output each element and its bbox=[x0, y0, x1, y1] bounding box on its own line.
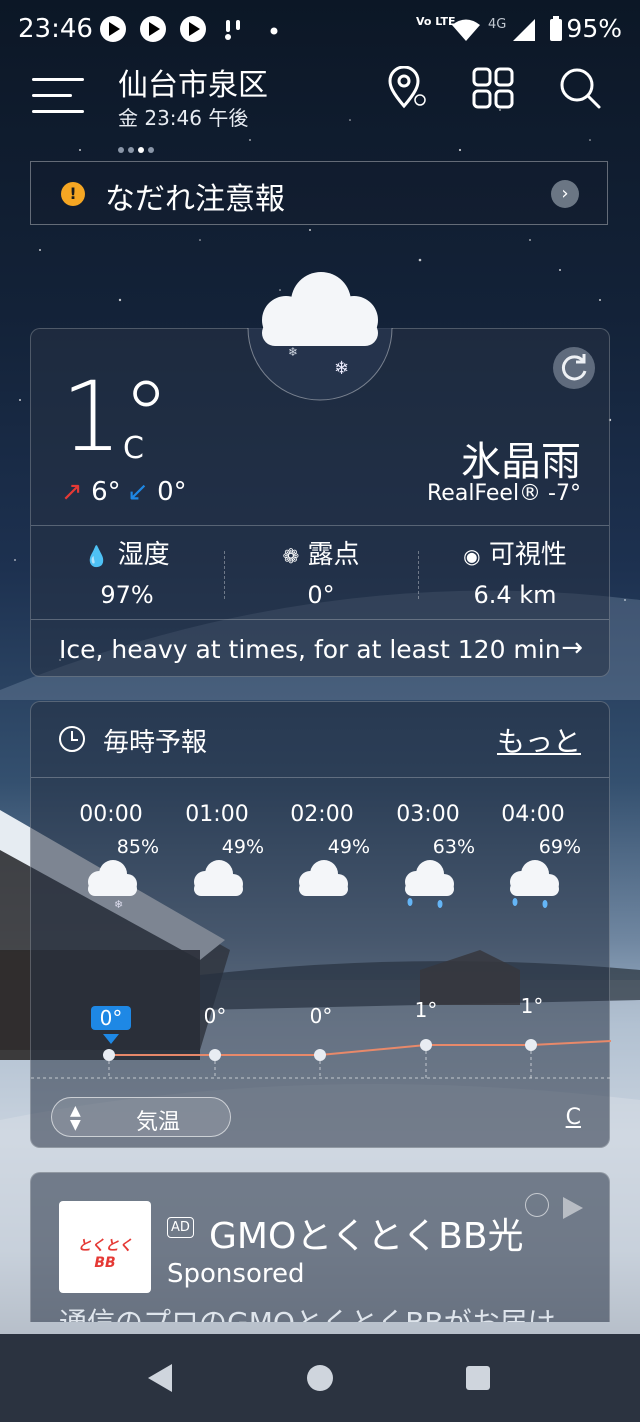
search-icon[interactable] bbox=[558, 66, 602, 110]
ad-badge: AD bbox=[167, 1217, 194, 1238]
temperature-point[interactable] bbox=[209, 1049, 221, 1061]
temperature-line-chart bbox=[31, 1039, 611, 1079]
volte-icon: Vo LTE bbox=[416, 15, 456, 28]
youtube-notification-icon bbox=[140, 16, 166, 42]
recent-apps-icon[interactable] bbox=[466, 1366, 490, 1390]
low-temperature: ↙ 0° bbox=[127, 477, 187, 507]
clock-icon bbox=[59, 726, 85, 752]
notification-app-icon bbox=[225, 20, 240, 40]
high-temperature: ↗ 6° bbox=[61, 477, 121, 507]
status-bar: 23:46 Vo LTE 4G 95% bbox=[0, 0, 640, 60]
grid-icon[interactable] bbox=[471, 66, 515, 110]
precip-chance: 69% bbox=[538, 836, 581, 858]
wifi-icon bbox=[452, 19, 480, 41]
system-navigation-bar bbox=[0, 1334, 640, 1422]
visibility-stat: ◉ 可視性 6.4 km bbox=[419, 534, 611, 609]
temperature-point[interactable] bbox=[314, 1049, 326, 1061]
ad-sponsored-label: Sponsored bbox=[167, 1259, 305, 1289]
status-time: 23:46 bbox=[18, 14, 93, 44]
arrow-down-icon: ↙ bbox=[127, 477, 149, 507]
svg-text:❄: ❄ bbox=[334, 358, 349, 379]
ad-body-text: 通信のプロのGMOとくとくBBがお届け bbox=[59, 1301, 556, 1322]
ad-title[interactable]: GMOとくとくBB光 bbox=[209, 1207, 524, 1259]
location-datetime: 金 23:46 午後 bbox=[118, 106, 249, 130]
hourly-forecast-card: 毎時予報 もっと 00:00 01:00 02:00 03:00 04:00 8… bbox=[30, 701, 611, 1148]
ad-card[interactable]: とくとくBB AD GMOとくとくBB光 Sponsored 通信のプロのGMO… bbox=[30, 1172, 610, 1322]
hour-time: 02:00 bbox=[290, 802, 354, 827]
ad-info-icon[interactable] bbox=[525, 1193, 549, 1217]
ad-logo: とくとくBB bbox=[59, 1201, 151, 1293]
battery-icon bbox=[550, 16, 562, 41]
temperature-point[interactable] bbox=[103, 1049, 115, 1061]
cell-signal-icon bbox=[513, 19, 535, 41]
minutecast-summary[interactable]: Ice, heavy at times, for at least 120 mi… bbox=[59, 635, 561, 664]
hourly-title: 毎時予報 bbox=[103, 728, 208, 758]
location-name[interactable]: 仙台市泉区 bbox=[118, 60, 268, 104]
dewpoint-stat: ❁ 露点 0° bbox=[225, 534, 417, 609]
humidity-value: 97% bbox=[100, 581, 154, 609]
dewpoint-value: 0° bbox=[307, 581, 335, 609]
svg-text:❄: ❄ bbox=[114, 898, 123, 908]
precip-chance: 85% bbox=[116, 836, 159, 858]
droplet-icon: 💧 bbox=[84, 544, 110, 568]
unit-toggle[interactable]: C bbox=[566, 1105, 581, 1130]
cloud-rain-icon bbox=[510, 860, 559, 908]
hour-time: 01:00 bbox=[185, 802, 249, 827]
visibility-label: 可視性 bbox=[488, 540, 567, 570]
cloud-snow-icon: ❄ ❄ bbox=[247, 272, 393, 401]
cloud-rain-icon bbox=[405, 860, 454, 908]
weather-alert-banner[interactable]: ! なだれ注意報 › bbox=[30, 161, 608, 225]
cloud-icon bbox=[299, 860, 348, 896]
humidity-label: 湿度 bbox=[117, 540, 170, 570]
cloud-icon bbox=[194, 860, 243, 896]
weather-condition: 氷晶雨 bbox=[461, 439, 581, 485]
low-temperature-value: 0° bbox=[157, 477, 187, 507]
metric-selector[interactable]: ▲ ▼ 気温 bbox=[51, 1097, 231, 1137]
precip-chance: 63% bbox=[432, 836, 475, 858]
more-link[interactable]: もっと bbox=[497, 720, 581, 760]
alert-title: なだれ注意報 bbox=[105, 182, 285, 217]
temperature-unit: C bbox=[123, 431, 144, 466]
home-icon[interactable] bbox=[307, 1365, 333, 1391]
chevron-right-icon: › bbox=[551, 180, 579, 208]
realfeel-temperature: RealFeel® -7° bbox=[427, 481, 581, 506]
alert-warning-icon: ! bbox=[61, 182, 85, 206]
visibility-value: 6.4 km bbox=[473, 581, 557, 609]
battery-level: 95% bbox=[566, 14, 622, 43]
hour-time: 00:00 bbox=[79, 802, 143, 827]
svg-text:❄: ❄ bbox=[288, 345, 298, 359]
hour-time: 03:00 bbox=[396, 802, 460, 827]
youtube-notification-icon bbox=[100, 16, 126, 42]
high-temperature-value: 6° bbox=[91, 477, 121, 507]
hour-time: 04:00 bbox=[501, 802, 565, 827]
sort-arrows-icon: ▲ ▼ bbox=[70, 1103, 81, 1133]
humidity-stat: 💧 湿度 97% bbox=[31, 534, 223, 609]
location-pin-icon[interactable] bbox=[384, 66, 428, 110]
current-temperature: 1° bbox=[61, 361, 171, 473]
cloud-snow-icon: ❄ bbox=[88, 860, 137, 908]
dewpoint-icon: ❁ bbox=[282, 544, 300, 568]
arrow-up-icon: ↗ bbox=[61, 477, 83, 507]
refresh-icon[interactable] bbox=[553, 347, 595, 389]
youtube-notification-icon bbox=[180, 16, 206, 42]
ad-choices-icon[interactable] bbox=[563, 1197, 583, 1219]
menu-icon[interactable] bbox=[32, 76, 84, 116]
more-notifications-dot-icon bbox=[270, 27, 278, 35]
precip-chance: 49% bbox=[327, 836, 370, 858]
ad-logo-text: とくとくBB bbox=[77, 1238, 133, 1271]
arrow-right-icon[interactable]: → bbox=[561, 633, 583, 663]
network-type: 4G bbox=[488, 17, 507, 32]
location-page-indicator bbox=[118, 138, 158, 157]
back-icon[interactable] bbox=[148, 1364, 172, 1392]
metric-label: 気温 bbox=[136, 1110, 181, 1135]
temperature-point[interactable] bbox=[525, 1039, 537, 1051]
precip-chance: 49% bbox=[221, 836, 264, 858]
temperature-point[interactable] bbox=[420, 1039, 432, 1051]
eye-icon: ◉ bbox=[463, 544, 481, 568]
dewpoint-label: 露点 bbox=[307, 540, 360, 570]
